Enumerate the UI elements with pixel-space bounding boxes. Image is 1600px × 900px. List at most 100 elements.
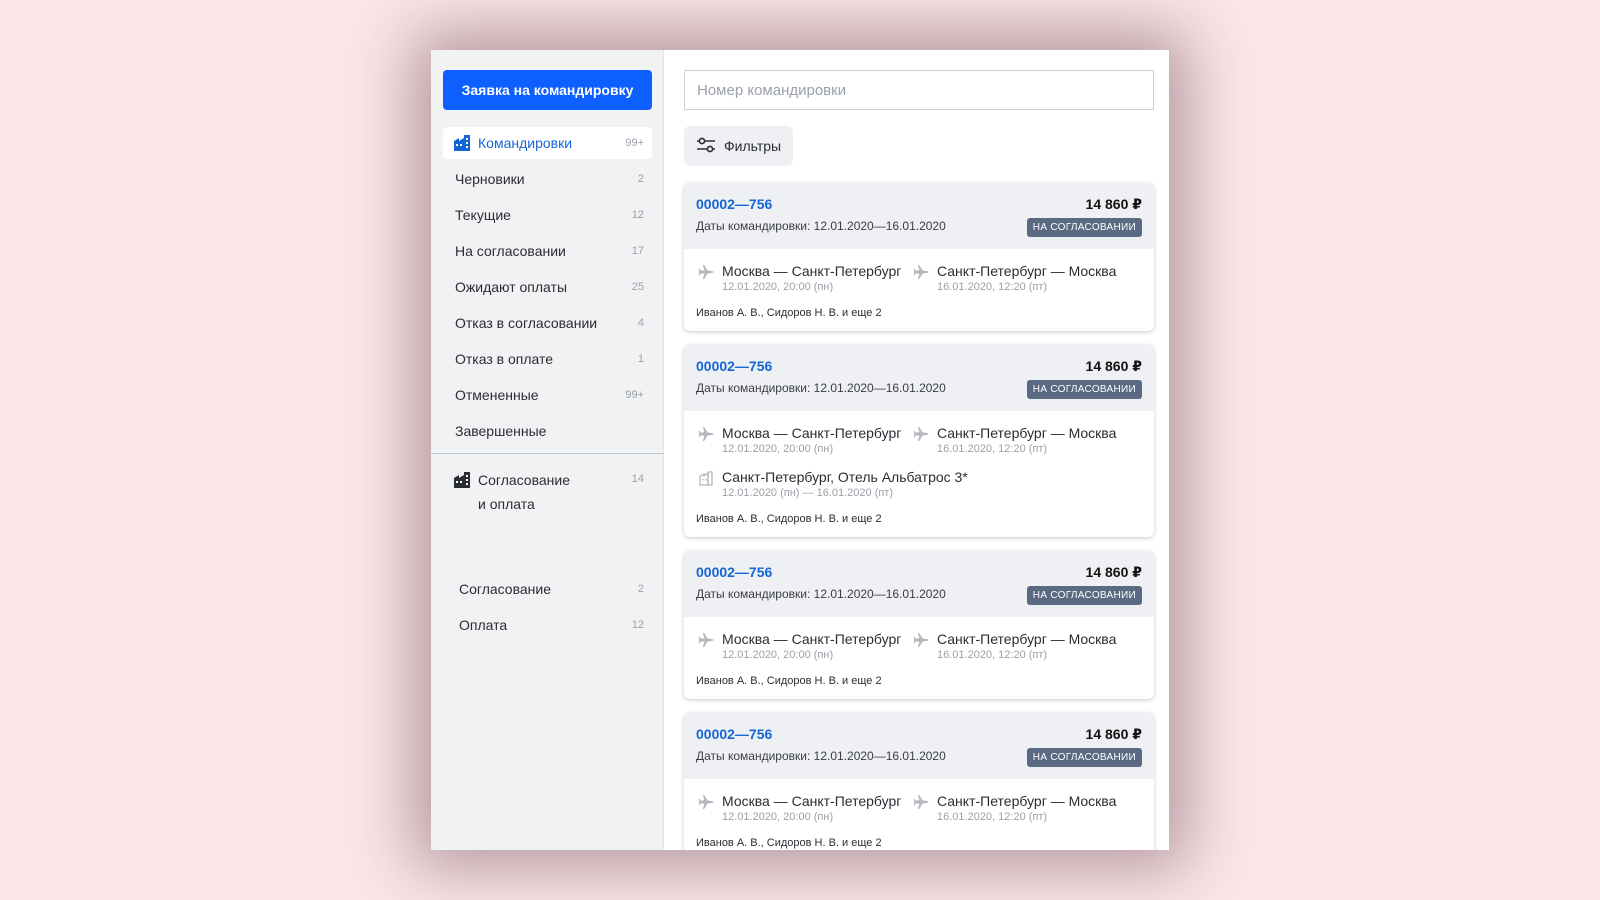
sidebar-item-label: Согласование	[459, 581, 551, 597]
flight-segment-return: Санкт-Петербург — Москва 16.01.2020, 12:…	[911, 631, 1116, 663]
sidebar-item-approval-rejected[interactable]: Отказ в согласовании 4	[443, 307, 652, 339]
sidebar-item-count: 12	[631, 619, 644, 631]
flight-route: Санкт-Петербург — Москва	[937, 631, 1117, 647]
flight-time: 12.01.2020, 20:00 (пн)	[722, 811, 834, 823]
trip-card-header: 00002—756 Даты командировки: 12.01.2020—…	[684, 551, 1154, 617]
sidebar-sub-nav: Согласование 2 Оплата 12	[447, 573, 652, 645]
flight-time: 16.01.2020, 12:20 (пт)	[937, 649, 1048, 661]
trip-number-link[interactable]: 00002—756	[696, 196, 772, 212]
sidebar-item-awaiting-payment[interactable]: Ожидают оплаты 25	[443, 271, 652, 303]
travellers: Иванов А. В., Сидоров Н. В. и еще 2	[696, 675, 882, 687]
sidebar-item-label: На согласовании	[455, 243, 566, 259]
sidebar-item-current[interactable]: Текущие 12	[443, 199, 652, 231]
filters-button[interactable]: Фильтры	[684, 126, 794, 166]
trip-dates: Даты командировки: 12.01.2020—16.01.2020	[696, 219, 946, 233]
hotel-row: Санкт-Петербург, Отель Альбатрос 3* 12.0…	[696, 469, 1142, 501]
flight-time: 16.01.2020, 12:20 (пт)	[937, 443, 1048, 455]
hotel-icon	[699, 471, 713, 486]
new-trip-request-button[interactable]: Заявка на командировку	[443, 70, 652, 110]
status-badge: НА СОГЛАСОВАНИИ	[1026, 218, 1142, 237]
sidebar-group-label: Согласование и оплата	[478, 468, 632, 516]
sidebar-item-label: Оплата	[459, 617, 508, 633]
trip-dates: Даты командировки: 12.01.2020—16.01.2020	[696, 381, 946, 395]
flight-row: Москва — Санкт-Петербург 12.01.2020, 20:…	[696, 263, 1142, 295]
sidebar-group-label-line2: и оплата	[478, 496, 535, 512]
trip-number-search-input[interactable]	[684, 70, 1154, 110]
flight-segment-return: Санкт-Петербург — Москва 16.01.2020, 12:…	[911, 263, 1116, 295]
flight-segment-outbound: Москва — Санкт-Петербург 12.01.2020, 20:…	[696, 631, 911, 663]
trip-card-header: 00002—756 Даты командировки: 12.01.2020—…	[684, 183, 1154, 249]
hotel-segment: Санкт-Петербург, Отель Альбатрос 3* 12.0…	[696, 469, 968, 501]
plane-icon	[913, 795, 929, 809]
sidebar-item-count: 99+	[625, 389, 644, 401]
sidebar-item-pending-approval[interactable]: На согласовании 17	[443, 235, 652, 267]
flight-segment-outbound: Москва — Санкт-Петербург 12.01.2020, 20:…	[696, 425, 911, 457]
sidebar-item-label: Черновики	[455, 171, 525, 187]
travellers: Иванов А. В., Сидоров Н. В. и еще 2	[696, 837, 882, 849]
sliders-icon	[696, 137, 716, 156]
sidebar-item-label: Отказ в согласовании	[455, 315, 598, 331]
plane-icon	[698, 633, 714, 647]
flight-time: 16.01.2020, 12:20 (пт)	[937, 281, 1048, 293]
flight-time: 12.01.2020, 20:00 (пн)	[722, 649, 834, 661]
flight-route: Санкт-Петербург — Москва	[937, 425, 1117, 441]
sidebar-group-label-line1: Согласование	[478, 472, 570, 488]
plane-icon	[698, 265, 714, 279]
flight-row: Москва — Санкт-Петербург 12.01.2020, 20:…	[696, 793, 1142, 825]
building-icon	[453, 134, 471, 152]
flight-route: Москва — Санкт-Петербург	[722, 631, 902, 647]
trip-card[interactable]: 00002—756 Даты командировки: 12.01.2020—…	[684, 713, 1154, 850]
status-badge: НА СОГЛАСОВАНИИ	[1026, 748, 1142, 767]
trip-card-header: 00002—756 Даты командировки: 12.01.2020—…	[684, 713, 1154, 779]
trip-number-link[interactable]: 00002—756	[696, 564, 772, 580]
status-badge: НА СОГЛАСОВАНИИ	[1026, 586, 1142, 605]
sidebar-item-trips[interactable]: Командировки 99+	[443, 127, 652, 159]
plane-icon	[698, 427, 714, 441]
trip-card-header: 00002—756 Даты командировки: 12.01.2020—…	[684, 345, 1154, 411]
plane-icon	[913, 633, 929, 647]
sidebar-item-count: 2	[637, 173, 644, 185]
trip-dates: Даты командировки: 12.01.2020—16.01.2020	[696, 749, 946, 763]
flight-segment-outbound: Москва — Санкт-Петербург 12.01.2020, 20:…	[696, 263, 911, 295]
sidebar-item-payment[interactable]: Оплата 12	[447, 609, 652, 641]
flight-segment-return: Санкт-Петербург — Москва 16.01.2020, 12:…	[911, 793, 1116, 825]
sidebar-nav: Командировки 99+ Черновики 2 Текущие 12 …	[443, 127, 652, 451]
sidebar-item-approval[interactable]: Согласование 2	[447, 573, 652, 605]
flight-route: Санкт-Петербург — Москва	[937, 793, 1117, 809]
trip-card-list: 00002—756 Даты командировки: 12.01.2020—…	[684, 183, 1154, 850]
hotel-name: Санкт-Петербург, Отель Альбатрос 3*	[722, 469, 968, 485]
travellers: Иванов А. В., Сидоров Н. В. и еще 2	[696, 307, 882, 319]
sidebar-item-label: Текущие	[455, 207, 511, 223]
trip-card[interactable]: 00002—756 Даты командировки: 12.01.2020—…	[684, 183, 1154, 331]
trip-price: 14 860 ₽	[1085, 564, 1142, 580]
sidebar-item-count: 17	[631, 245, 644, 257]
trip-number-link[interactable]: 00002—756	[696, 358, 772, 374]
plane-icon	[698, 795, 714, 809]
sidebar-item-label: Отказ в оплате	[455, 351, 554, 367]
trip-card[interactable]: 00002—756 Даты командировки: 12.01.2020—…	[684, 345, 1154, 537]
sidebar-item-label: Командировки	[478, 135, 573, 151]
trip-price: 14 860 ₽	[1085, 358, 1142, 374]
travellers: Иванов А. В., Сидоров Н. В. и еще 2	[696, 513, 882, 525]
sidebar-item-cancelled[interactable]: Отмененные 99+	[443, 379, 652, 411]
sidebar-item-payment-rejected[interactable]: Отказ в оплате 1	[443, 343, 652, 375]
sidebar-group-count: 14	[631, 473, 644, 485]
flight-time: 12.01.2020, 20:00 (пн)	[722, 281, 834, 293]
sidebar-group-approval-payment[interactable]: Согласование и оплата 14	[453, 468, 652, 516]
trip-number-link[interactable]: 00002—756	[696, 726, 772, 742]
trip-card-body: Москва — Санкт-Петербург 12.01.2020, 20:…	[684, 617, 1154, 699]
main-content: Фильтры 00002—756 Даты командировки: 12.…	[664, 50, 1169, 850]
trip-card[interactable]: 00002—756 Даты командировки: 12.01.2020—…	[684, 551, 1154, 699]
filters-button-label: Фильтры	[724, 138, 782, 154]
sidebar: Заявка на командировку Командировки 99+	[431, 50, 664, 850]
flight-row: Москва — Санкт-Петербург 12.01.2020, 20:…	[696, 631, 1142, 663]
building-icon	[453, 471, 471, 489]
trip-card-body: Москва — Санкт-Петербург 12.01.2020, 20:…	[684, 249, 1154, 331]
flight-route: Москва — Санкт-Петербург	[722, 425, 902, 441]
plane-icon	[913, 265, 929, 279]
sidebar-item-count: 12	[631, 209, 644, 221]
sidebar-item-count: 2	[637, 583, 644, 595]
sidebar-item-completed[interactable]: Завершенные	[443, 415, 652, 447]
sidebar-item-drafts[interactable]: Черновики 2	[443, 163, 652, 195]
trip-card-body: Москва — Санкт-Петербург 12.01.2020, 20:…	[684, 779, 1154, 850]
